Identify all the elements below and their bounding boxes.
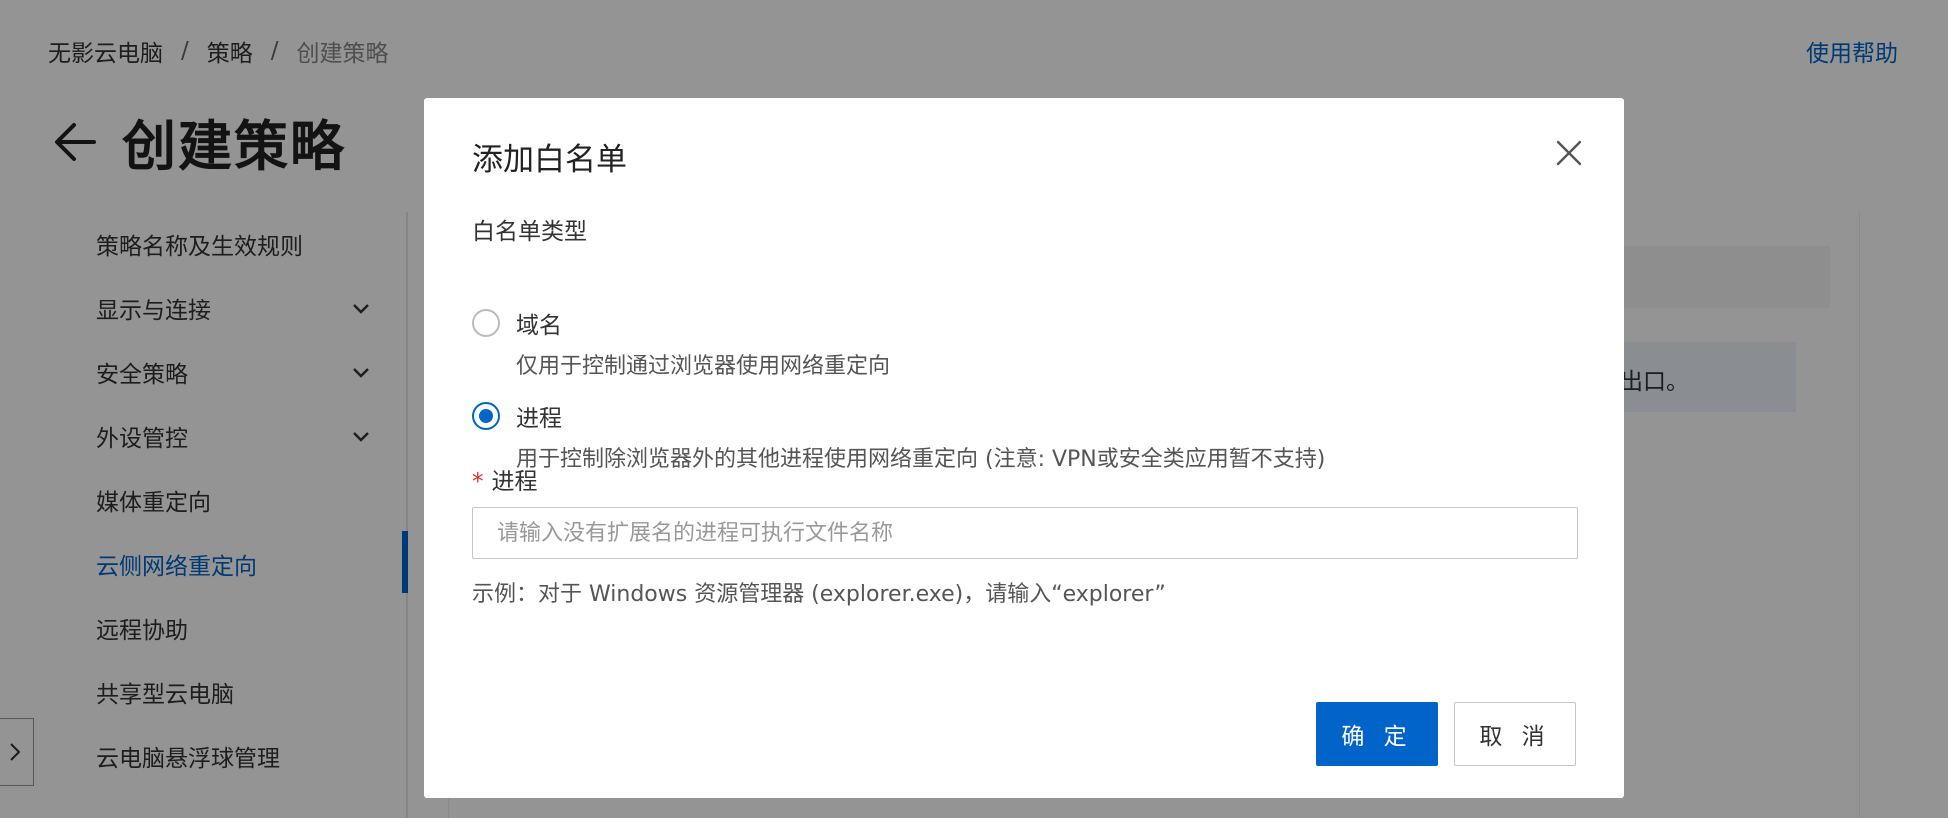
process-name-input[interactable] (472, 507, 1578, 559)
required-mark: * (472, 469, 484, 495)
cancel-button[interactable]: 取 消 (1454, 702, 1576, 766)
radio-domain[interactable] (472, 309, 500, 337)
input-hint: 示例：对于 Windows 资源管理器 (explorer.exe)，请输入“e… (472, 582, 1166, 607)
radio-domain-desc: 仅用于控制通过浏览器使用网络重定向 (516, 354, 891, 379)
whitelist-type-label: 白名单类型 (472, 219, 587, 245)
radio-process[interactable] (472, 402, 500, 430)
radio-process-label[interactable]: 进程 (516, 399, 562, 433)
radio-option-process[interactable]: 进程 (472, 399, 562, 433)
confirm-button[interactable]: 确 定 (1316, 702, 1438, 766)
add-whitelist-dialog: 添加白名单 白名单类型 域名 仅用于控制通过浏览器使用网络重定向 进程 用于控制… (424, 98, 1624, 798)
radio-option-domain[interactable]: 域名 (472, 306, 562, 340)
dialog-title: 添加白名单 (472, 142, 627, 178)
process-field-label: * 进程 (472, 462, 538, 496)
radio-domain-label[interactable]: 域名 (516, 306, 562, 340)
process-label-text: 进程 (491, 469, 538, 495)
close-icon[interactable] (1554, 138, 1584, 168)
radio-process-desc: 用于控制除浏览器外的其他进程使用网络重定向 (注意: VPN或安全类应用暂不支持… (516, 447, 1326, 472)
